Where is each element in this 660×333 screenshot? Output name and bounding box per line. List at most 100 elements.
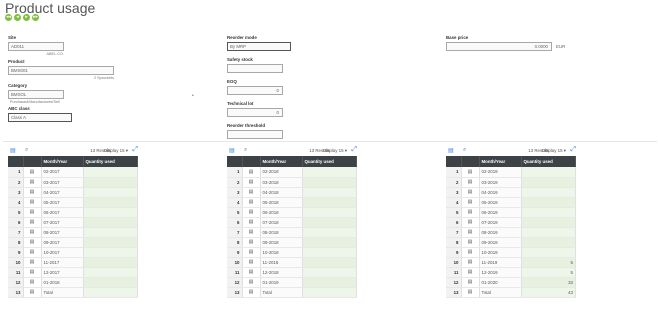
row-detail-icon[interactable]: ▤ [242, 207, 261, 218]
table-row[interactable]: 2 ▤ 03-2019 [446, 177, 576, 188]
first-record-button[interactable]: ◂◂ [5, 14, 12, 21]
row-detail-icon[interactable]: ▤ [23, 217, 42, 228]
row-detail-icon[interactable]: ▤ [242, 217, 261, 228]
row-detail-icon[interactable]: ▤ [461, 187, 480, 198]
row-detail-icon[interactable]: ▤ [242, 277, 261, 288]
table-row[interactable]: 1 ▤ 02-2017 [8, 167, 138, 178]
row-detail-icon[interactable]: ▤ [23, 257, 42, 268]
row-detail-icon[interactable]: ▤ [242, 197, 261, 208]
row-detail-icon[interactable]: ▤ [461, 247, 480, 258]
table-row[interactable]: 7 ▤ 08-2017 [8, 227, 138, 238]
table-row[interactable]: 12 ▤ 01-2020 33 [446, 277, 576, 288]
table-row[interactable]: 1 ▤ 02-2019 [446, 167, 576, 178]
table-row[interactable]: 6 ▤ 07-2017 [8, 217, 138, 228]
row-detail-icon[interactable]: ▤ [23, 237, 42, 248]
row-detail-icon[interactable]: ▤ [461, 237, 480, 248]
row-detail-icon[interactable]: ▤ [23, 177, 42, 188]
reorder-threshold-field[interactable] [227, 130, 283, 139]
row-detail-icon[interactable]: ▤ [242, 177, 261, 188]
table-row[interactable]: 7 ▤ 08-2018 [227, 227, 357, 238]
product-field[interactable]: BMS001 [8, 66, 114, 75]
row-detail-icon[interactable]: ▤ [461, 167, 480, 178]
column-header-quantity[interactable]: Quantity used [83, 156, 138, 167]
row-detail-icon[interactable]: ▤ [461, 267, 480, 278]
row-detail-icon[interactable]: ▤ [461, 197, 480, 208]
row-detail-icon[interactable]: ▤ [23, 167, 42, 178]
search-icon[interactable]: ⌕ [244, 147, 247, 154]
previous-record-button[interactable]: ◂ [14, 14, 21, 21]
site-field[interactable]: AD011 [8, 42, 64, 51]
table-row[interactable]: 8 ▤ 09-2017 [8, 237, 138, 248]
row-detail-icon[interactable]: ▤ [23, 277, 42, 288]
display-selector[interactable]: Display 15 ▾ [323, 148, 347, 154]
row-detail-icon[interactable]: ▤ [461, 287, 480, 298]
table-row[interactable]: 5 ▤ 06-2018 [227, 207, 357, 218]
table-row[interactable]: 11 ▤ 12-2019 5 [446, 267, 576, 278]
table-view-icon[interactable]: ▤ [448, 147, 454, 154]
table-row[interactable]: 10 ▤ 11-2018 [227, 257, 357, 268]
row-detail-icon[interactable]: ▤ [461, 207, 480, 218]
row-detail-icon[interactable]: ▤ [461, 277, 480, 288]
last-record-button[interactable]: ▸▸ [32, 14, 39, 21]
row-detail-icon[interactable]: ▤ [23, 197, 42, 208]
row-detail-icon[interactable]: ▤ [242, 227, 261, 238]
row-detail-icon[interactable]: ▤ [23, 287, 42, 298]
table-row[interactable]: 12 ▤ 01-2019 [227, 277, 357, 288]
row-detail-icon[interactable]: ▤ [242, 237, 261, 248]
table-row[interactable]: 3 ▤ 04-2018 [227, 187, 357, 198]
eoq-field[interactable]: 0 [227, 86, 283, 95]
expand-icon[interactable]: ⤢ [570, 146, 576, 154]
row-detail-icon[interactable]: ▤ [242, 167, 261, 178]
table-row[interactable]: 2 ▤ 03-2018 [227, 177, 357, 188]
table-row[interactable]: 3 ▤ 04-2017 [8, 187, 138, 198]
table-view-icon[interactable]: ▤ [229, 147, 235, 154]
row-detail-icon[interactable]: ▤ [242, 287, 261, 298]
row-detail-icon[interactable]: ▤ [23, 267, 42, 278]
column-header-quantity[interactable]: Quantity used [521, 156, 576, 167]
table-row[interactable]: 9 ▤ 10-2018 [227, 247, 357, 258]
row-detail-icon[interactable]: ▤ [461, 217, 480, 228]
table-row[interactable]: 5 ▤ 06-2019 [446, 207, 576, 218]
reorder-mode-field[interactable]: By MRP [227, 42, 291, 51]
table-row[interactable]: 6 ▤ 07-2018 [227, 217, 357, 228]
row-detail-icon[interactable]: ▤ [242, 187, 261, 198]
row-detail-icon[interactable]: ▤ [461, 177, 480, 188]
row-detail-icon[interactable]: ▤ [242, 267, 261, 278]
table-view-icon[interactable]: ▤ [10, 147, 16, 154]
table-row[interactable]: 13 ▤ Total 43 [446, 287, 576, 298]
next-record-button[interactable]: ▸ [23, 14, 30, 21]
row-detail-icon[interactable]: ▤ [461, 257, 480, 268]
base-price-field[interactable]: 0.0000 [446, 42, 552, 51]
table-row[interactable]: 11 ▤ 12-2018 [227, 267, 357, 278]
table-row[interactable]: 6 ▤ 07-2019 [446, 217, 576, 228]
table-row[interactable]: 1 ▤ 02-2018 [227, 167, 357, 178]
table-row[interactable]: 5 ▤ 06-2017 [8, 207, 138, 218]
table-row[interactable]: 4 ▤ 05-2019 [446, 197, 576, 208]
row-detail-icon[interactable]: ▤ [23, 247, 42, 258]
category-field[interactable]: BMSOL [8, 90, 64, 99]
display-selector[interactable]: Display 15 ▾ [542, 148, 566, 154]
table-row[interactable]: 10 ▤ 11-2017 [8, 257, 138, 268]
technical-lot-field[interactable]: 0 [227, 108, 283, 117]
row-detail-icon[interactable]: ▤ [242, 247, 261, 258]
table-row[interactable]: 9 ▤ 10-2017 [8, 247, 138, 258]
column-header-month[interactable]: Month/Year [260, 156, 303, 167]
search-icon[interactable]: ⌕ [463, 147, 466, 154]
table-row[interactable]: 13 ▤ Total [227, 287, 357, 298]
row-detail-icon[interactable]: ▤ [23, 207, 42, 218]
table-row[interactable]: 8 ▤ 09-2019 [446, 237, 576, 248]
table-row[interactable]: 13 ▤ Total [8, 287, 138, 298]
display-selector[interactable]: Display 15 ▾ [104, 148, 128, 154]
column-header-month[interactable]: Month/Year [41, 156, 84, 167]
table-row[interactable]: 9 ▤ 10-2019 [446, 247, 576, 258]
table-row[interactable]: 12 ▤ 01-2018 [8, 277, 138, 288]
column-header-month[interactable]: Month/Year [479, 156, 522, 167]
column-header-quantity[interactable]: Quantity used [302, 156, 357, 167]
search-icon[interactable]: ⌕ [25, 147, 28, 154]
table-row[interactable]: 11 ▤ 12-2017 [8, 267, 138, 278]
table-row[interactable]: 4 ▤ 05-2017 [8, 197, 138, 208]
table-row[interactable]: 7 ▤ 08-2019 [446, 227, 576, 238]
table-row[interactable]: 4 ▤ 05-2018 [227, 197, 357, 208]
table-row[interactable]: 2 ▤ 03-2017 [8, 177, 138, 188]
row-detail-icon[interactable]: ▤ [23, 187, 42, 198]
